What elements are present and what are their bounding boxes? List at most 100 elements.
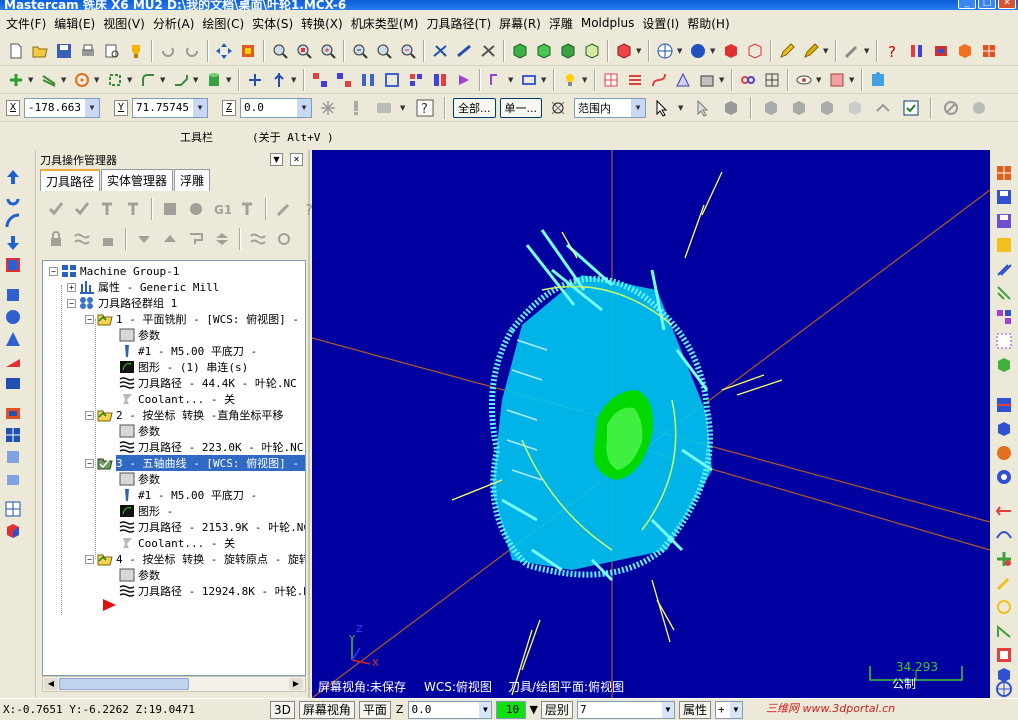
menu-view[interactable]: 视图(V) <box>99 15 149 32</box>
right-tool-2-icon[interactable] <box>995 188 1013 206</box>
cone-solid-icon[interactable] <box>4 330 22 348</box>
wire-cube-icon[interactable] <box>744 40 766 62</box>
xform-5-icon[interactable] <box>405 69 427 91</box>
tree-op1-toolpath[interactable]: 刀具路径 - 44.4K - 叶轮.NC <box>119 375 297 391</box>
minimize-button[interactable]: _ <box>958 0 976 9</box>
collapse-toggle[interactable]: − <box>49 266 58 276</box>
graphics-viewport[interactable]: Z Y X 屏幕视角:未保存 WCS:俯视图 刀具/绘图平面:俯视图 34.29… <box>312 150 990 698</box>
export-solid-icon[interactable] <box>4 470 22 488</box>
high-feed-icon[interactable] <box>273 198 295 220</box>
right-tool-10-icon[interactable] <box>995 396 1013 414</box>
tab-solids-manager[interactable]: 实体管理器 <box>101 169 174 191</box>
shaded-icon[interactable] <box>453 40 475 62</box>
save-solid-icon[interactable] <box>4 448 22 466</box>
tree-op4-toolpath[interactable]: 刀具路径 - 12924.8K - 叶轮.NC <box>119 583 305 599</box>
lamp-icon[interactable] <box>559 69 581 91</box>
menu-create[interactable]: 绘图(C) <box>198 15 248 32</box>
zoom-target-icon[interactable] <box>317 40 339 62</box>
print-icon[interactable] <box>77 40 99 62</box>
backplot-icon[interactable] <box>159 198 181 220</box>
x-coordinate-field[interactable]: -178.663 ▼ <box>24 97 100 118</box>
scroll-right-button[interactable]: ▶ <box>289 678 303 690</box>
zoom-selected-icon[interactable] <box>397 40 419 62</box>
help-arrow-icon[interactable]: ? <box>882 40 904 62</box>
bars-icon[interactable] <box>906 40 928 62</box>
trophy-icon[interactable] <box>125 40 147 62</box>
select-solid-icon[interactable] <box>720 97 742 119</box>
tree-properties[interactable]: + 属性 - Generic Mill <box>67 279 219 295</box>
circle-icon[interactable] <box>71 69 93 91</box>
block-solid-icon[interactable] <box>4 374 22 392</box>
z-depth-field[interactable]: 0.0 ▼ <box>408 700 493 719</box>
mode-3d-button[interactable]: 3D <box>270 700 295 719</box>
maximize-button[interactable]: □ <box>978 0 996 9</box>
table-icon[interactable] <box>600 69 622 91</box>
y-coordinate-field[interactable]: 71.75745 ▼ <box>132 97 208 118</box>
rotate-icon[interactable] <box>4 190 22 208</box>
collapse-toggle[interactable]: − <box>85 410 94 420</box>
fit-icon[interactable] <box>269 40 291 62</box>
chamfer-icon[interactable] <box>170 69 192 91</box>
collapse-toggle[interactable]: − <box>85 554 94 564</box>
grid-icon[interactable] <box>978 40 1000 62</box>
right-tool-7-icon[interactable] <box>995 308 1013 326</box>
selection-range-select[interactable]: 范围内 ▼ <box>574 97 646 118</box>
wireframe-icon[interactable] <box>429 40 451 62</box>
line-icon[interactable] <box>38 69 60 91</box>
menu-file[interactable]: 文件(F) <box>2 15 50 32</box>
zoom-out-icon[interactable] <box>373 40 395 62</box>
plane-button[interactable]: 平面 <box>358 700 391 719</box>
right-tool-5-icon[interactable] <box>995 260 1013 278</box>
menu-settings[interactable]: 设置(I) <box>638 15 683 32</box>
color-swatch[interactable]: 10 <box>496 700 527 719</box>
collapse-toggle[interactable]: − <box>85 458 94 468</box>
hidden-line-icon[interactable] <box>477 40 499 62</box>
right-tool-19-icon[interactable] <box>995 622 1013 640</box>
zoom-window-icon[interactable] <box>293 40 315 62</box>
right-tool-17-icon[interactable] <box>995 574 1013 592</box>
tree-op2-toolpath[interactable]: 刀具路径 - 223.0K - 叶轮.NC <box>119 439 303 455</box>
tree-machine-group[interactable]: − Machine Group-1 <box>49 263 179 279</box>
wavy-icon[interactable] <box>247 228 269 250</box>
xform-2-icon[interactable] <box>333 69 355 91</box>
z-coordinate-field[interactable]: 0.0 ▼ <box>240 97 312 118</box>
print-preview-icon[interactable] <box>101 40 123 62</box>
menu-xform[interactable]: 转换(X) <box>297 15 347 32</box>
level-button[interactable]: 层别 <box>540 700 573 719</box>
chain-icon[interactable] <box>737 69 759 91</box>
right-tool-22-icon[interactable] <box>995 680 1013 698</box>
repaint-icon[interactable] <box>237 40 259 62</box>
tree-op1-geometry[interactable]: 图形 - (1) 串连(s) <box>119 359 248 375</box>
tree-op3-coolant[interactable]: Coolant... - 关 <box>119 535 235 551</box>
box-solid-icon[interactable] <box>4 256 22 274</box>
right-tool-8-icon[interactable] <box>995 332 1013 350</box>
expand-toggle[interactable]: + <box>67 282 76 292</box>
right-tool-1-icon[interactable] <box>995 164 1013 182</box>
tree-operation-2[interactable]: − 2 - 按坐标 转换 -直角坐标平移 <box>85 407 283 423</box>
xform-3-icon[interactable] <box>357 69 379 91</box>
tree-operation-3[interactable]: − 3 - 五轴曲线 - [WCS: 俯视图] - [刀具面: 俯视图] <box>85 455 305 471</box>
verify-selection-icon[interactable] <box>547 97 569 119</box>
tab-art[interactable]: 浮雕 <box>174 169 211 191</box>
wedge-solid-icon[interactable] <box>4 352 22 370</box>
tree-operation-1[interactable]: − 1 - 平面铣削 - [WCS: 俯视图] - [刀具面: 俯视图] <box>85 311 305 327</box>
tree-op3-params[interactable]: 参数 <box>119 471 160 487</box>
xform-1-icon[interactable] <box>309 69 331 91</box>
menu-screen[interactable]: 屏幕(R) <box>495 15 545 32</box>
right-tool-16-icon[interactable] <box>995 550 1013 568</box>
exclamation-icon[interactable] <box>345 97 367 119</box>
surface-icon[interactable] <box>672 69 694 91</box>
list-icon[interactable] <box>624 69 646 91</box>
cube-view-4-icon[interactable] <box>581 40 603 62</box>
solid-icon[interactable] <box>696 69 718 91</box>
level-field[interactable]: 7 ▼ <box>576 700 675 719</box>
save-icon[interactable] <box>53 40 75 62</box>
break-icon[interactable] <box>268 69 290 91</box>
menu-solids[interactable]: 实体(S) <box>248 15 297 32</box>
shell-solid-icon[interactable] <box>4 404 22 422</box>
right-tool-20-icon[interactable] <box>995 646 1013 664</box>
cube-view-2-icon[interactable] <box>533 40 555 62</box>
color-solid-icon[interactable] <box>4 522 22 540</box>
menu-edit[interactable]: 编辑(E) <box>50 15 99 32</box>
verify-icon[interactable] <box>185 198 207 220</box>
